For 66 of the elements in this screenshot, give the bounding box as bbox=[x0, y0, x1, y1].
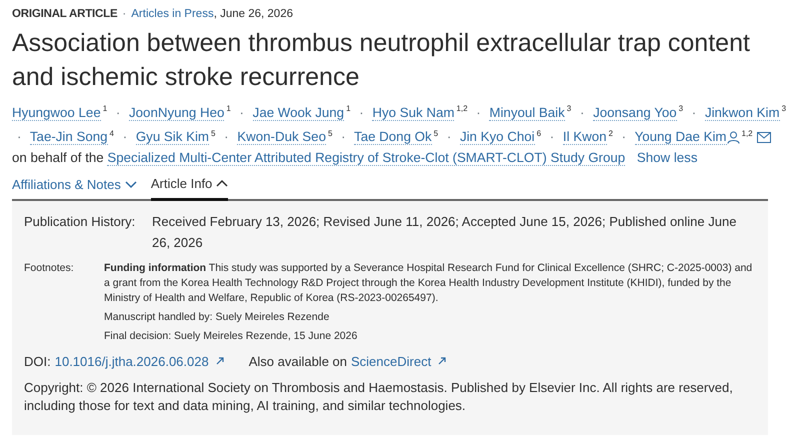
section-link[interactable]: Articles in Press bbox=[131, 6, 214, 24]
external-link-icon bbox=[214, 356, 225, 366]
affiliation-number: 5 bbox=[434, 128, 438, 138]
separator-dot: · bbox=[622, 129, 626, 144]
separator-dot: · bbox=[116, 104, 120, 120]
doi-label: DOI: bbox=[24, 352, 51, 371]
author-link[interactable]: Il Kwon bbox=[562, 129, 607, 146]
article-type-label: ORIGINAL ARTICLE bbox=[12, 7, 118, 22]
affiliation-number: 1 bbox=[226, 104, 231, 114]
separator-dot: · bbox=[692, 104, 696, 120]
footnote-text: Final decision: Suely Meireles Rezende, 15 June 2026 bbox=[104, 328, 358, 344]
author-link[interactable]: Tae-Jin Song bbox=[30, 129, 108, 146]
affiliation-number: 3 bbox=[782, 104, 786, 114]
separator-dot: · bbox=[122, 7, 126, 22]
on-behalf-text: on behalf of the bbox=[12, 150, 104, 166]
author-link[interactable]: Young Dae Kim bbox=[634, 129, 726, 146]
affiliation-number: 1,2 bbox=[456, 104, 468, 114]
doi-link[interactable]: 10.1016/j.jtha.2026.06.028 bbox=[54, 352, 209, 372]
affiliation-number: 3 bbox=[678, 104, 684, 114]
author-link[interactable]: Hyungwoo Lee bbox=[12, 104, 101, 121]
history-text: Received February 13, 2026; Revised June 11, 2026; Accepted June 15, 2026; Published online June 26, 2026 bbox=[152, 212, 738, 252]
author-link[interactable]: Minyoul Baik bbox=[489, 104, 565, 121]
tab[interactable]: Affiliations & Notes bbox=[12, 172, 137, 199]
show-less-link[interactable]: Show less bbox=[636, 150, 698, 166]
chevron-icon bbox=[124, 180, 137, 189]
author-link[interactable]: Gyu Sik Kim bbox=[136, 129, 209, 146]
copyright-text: Copyright: © 2026 International Society on Thrombosis and Haemostasis. Published by Elsevier Inc. All rights are reserved, including those for text and data mining, AI training, and similar technologies. bbox=[24, 379, 734, 416]
separator-dot: · bbox=[341, 129, 346, 144]
study-group-link[interactable]: Specialized Multi-Center Attributed Registry of Stroke-Clot (SMART-CLOT) Study Group bbox=[107, 150, 626, 166]
author-link[interactable]: Jinkwon Kim bbox=[704, 104, 780, 121]
author-link[interactable]: Tae Dong Ok bbox=[354, 129, 432, 146]
separator-dot: · bbox=[446, 129, 452, 144]
separator-dot: · bbox=[580, 104, 584, 120]
affiliation-number: 5 bbox=[210, 128, 216, 138]
affiliation-number: 5 bbox=[328, 128, 332, 138]
author-link[interactable]: JoonNyung Heo bbox=[129, 104, 224, 121]
author-link[interactable]: Jin Kyo Choi bbox=[460, 129, 535, 146]
separator-dot: · bbox=[240, 104, 244, 120]
separator-dot: · bbox=[17, 129, 22, 144]
separator-dot: · bbox=[359, 104, 364, 120]
footnote-text: Manuscript handled by: Suely Meireles Rezende bbox=[104, 310, 330, 325]
footnotes-label: Footnotes: bbox=[24, 260, 75, 276]
history-label: Publication History: bbox=[24, 212, 136, 231]
footnote-text: Funding information This study was supported by a Severance Hospital Research Fund for Clinical Excellence (SHRC; C-2025-0003) and a grant from the Korea Health Technology R&D Project through the Korea Health Industry Development Institute (KHIDI), funded by the Ministry of Health and Welfare, Republic of Korea (RS-2023-00265497). bbox=[104, 260, 754, 306]
external-link-icon bbox=[437, 356, 448, 366]
separator-dot: · bbox=[550, 129, 554, 144]
separator-dot: · bbox=[122, 129, 128, 144]
separator-dot: · bbox=[224, 129, 229, 144]
author-link[interactable]: Kwon-Duk Seo bbox=[237, 129, 326, 146]
article-title: Association between thrombus neutrophil extracellular trap content and ischemic stroke recurrence bbox=[12, 28, 751, 94]
sciencedirect-link[interactable]: ScienceDirect bbox=[351, 352, 432, 372]
author-link[interactable]: Hyo Suk Nam bbox=[372, 104, 454, 121]
chevron-icon bbox=[216, 179, 228, 188]
affiliation-number: 1 bbox=[102, 104, 108, 114]
affiliation-number: 4 bbox=[110, 128, 114, 138]
affiliation-number: 1 bbox=[346, 104, 351, 114]
affiliation-number: 2 bbox=[608, 128, 613, 138]
author-link[interactable]: Joonsang Yoo bbox=[593, 104, 677, 121]
affiliation-number: 6 bbox=[536, 128, 542, 138]
mail-icon[interactable] bbox=[756, 132, 771, 144]
separator-dot: · bbox=[476, 104, 481, 120]
publication-date: , June 26, 2026 bbox=[214, 7, 293, 22]
also-available-text: Also available on bbox=[248, 352, 347, 371]
author-link[interactable]: Jae Wook Jung bbox=[252, 104, 344, 121]
affiliation-number: 3 bbox=[566, 104, 572, 114]
affiliation-number: 1,2 bbox=[742, 128, 753, 138]
